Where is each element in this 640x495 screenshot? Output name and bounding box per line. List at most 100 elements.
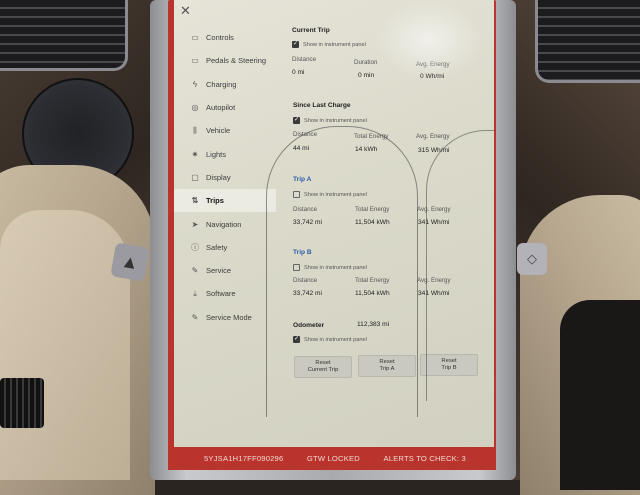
car-icon: ▭ (191, 56, 199, 66)
total-energy-label: Total Energy (355, 277, 390, 284)
sidebar-item-navigation[interactable]: ➤ Navigation (174, 212, 276, 235)
sidebar-item-service[interactable]: ✎ Service (174, 259, 276, 282)
sidebar-item-pedals-steering[interactable]: ▭ Pedals & Steering (174, 49, 276, 72)
distance-label: Distance (293, 131, 318, 138)
checkbox-label: Show in instrument panel (303, 41, 366, 48)
touchscreen: ✕ ▭ Controls ▭ Pedals & Steering ϟ Charging… (174, 0, 494, 447)
gtw-status: GTW LOCKED (306, 454, 360, 463)
download-icon: ⤓ (193, 288, 197, 298)
odometer-label: Odometer (293, 322, 325, 329)
checkmark-icon: ✓ (293, 336, 300, 343)
sidebar-item-trips[interactable]: ⇅ Trips (174, 189, 276, 213)
avg-energy-label: Avg. Energy (417, 206, 451, 213)
floor-vent (0, 378, 44, 428)
sidebar-item-label: Autopilot (206, 103, 236, 113)
distance-label: Distance (293, 277, 318, 284)
wrench-icon: ✎ (191, 312, 199, 322)
distance-label: Distance (293, 206, 318, 213)
seat-left-cushion (0, 210, 130, 480)
sidebar-item-software[interactable]: ⤓ Software (174, 282, 276, 305)
sidebar-item-label: Charging (206, 79, 237, 89)
since-last-charge-title: Since Last Charge (293, 102, 351, 109)
trip-b-avg-energy: 341 Wh/mi (418, 290, 450, 297)
current-trip-show-checkbox[interactable]: ✓ Show in instrument panel (292, 41, 366, 48)
sidebar-item-label: Trips (206, 196, 224, 206)
current-trip-distance: 0 mi (292, 69, 305, 76)
trips-icon: ⇅ (191, 196, 199, 206)
wrench-icon: ✎ (191, 266, 199, 276)
sun-icon: ✷ (191, 149, 199, 159)
sidebar-item-label: Safety (206, 242, 228, 252)
sidebar-item-display[interactable]: ▢ Display (174, 166, 276, 189)
current-trip-title: Current Trip (292, 27, 330, 34)
sidebar-item-label: Service Mode (206, 312, 252, 322)
checkbox-label: Show in instrument panel (304, 117, 367, 124)
sidebar-item-safety[interactable]: ⓘ Safety (174, 236, 276, 259)
vin-text: 5YJSA1H17FF090296 (204, 454, 284, 463)
trip-b-distance: 33,742 mi (293, 290, 322, 297)
sidebar-item-lights[interactable]: ✷ Lights (174, 142, 276, 165)
checkbox-empty-icon (293, 264, 300, 271)
reset-trip-b-button[interactable]: Reset Trip B (420, 354, 478, 376)
since-charge-total-energy: 14 kWh (355, 146, 378, 153)
navigation-icon: ➤ (191, 219, 199, 229)
since-charge-avg-energy: 315 Wh/mi (418, 147, 450, 154)
current-trip-duration: 0 min (358, 72, 375, 79)
trip-a-total-energy: 11,504 kWh (355, 219, 390, 226)
alerts-status[interactable]: ALERTS TO CHECK: 3 (383, 454, 466, 463)
trip-b-title: Trip B (293, 249, 312, 256)
trips-panel: Current Trip ✓ Show in instrument panel D… (292, 26, 488, 406)
close-icon[interactable]: ✕ (180, 3, 191, 19)
sidebar-item-autopilot[interactable]: ◎ Autopilot (174, 96, 276, 119)
sidebar-item-vehicle[interactable]: ⫼ Vehicle (174, 119, 276, 142)
hazard-button[interactable]: ▲ (110, 242, 150, 282)
center-console (560, 300, 640, 490)
since-charge-distance: 44 mi (293, 145, 310, 152)
checkbox-label: Show in instrument panel (304, 336, 367, 343)
sidebar-item-charging[interactable]: ϟ Charging (174, 73, 276, 96)
avg-energy-label: Avg. Energy (416, 133, 450, 140)
steering-wheel-icon: ◎ (191, 103, 199, 113)
odometer-show-checkbox[interactable]: ✓ Show in instrument panel (293, 336, 367, 343)
total-energy-label: Total Energy (355, 206, 390, 213)
air-vent-left (0, 0, 128, 71)
odometer-value: 112,383 mi (357, 321, 390, 328)
glovebox-button[interactable]: ◇ (517, 243, 547, 275)
checkmark-icon: ✓ (293, 117, 300, 124)
trip-a-avg-energy: 341 Wh/mi (418, 219, 450, 226)
sidebar-item-label: Pedals & Steering (206, 56, 267, 66)
checkbox-label: Show in instrument panel (304, 264, 367, 271)
avg-energy-label: Avg. Energy (416, 61, 450, 68)
current-trip-avg-energy: 0 Wh/mi (420, 73, 445, 80)
reset-trip-a-button[interactable]: Reset Trip A (358, 355, 416, 377)
checkmark-icon: ✓ (292, 41, 299, 48)
sidebar-item-label: Lights (206, 149, 227, 159)
distance-label: Distance (292, 56, 317, 63)
sidebar-item-label: Software (206, 289, 236, 299)
sidebar-item-label: Service (206, 266, 232, 276)
trip-b-show-checkbox[interactable]: Show in instrument panel (293, 264, 367, 271)
since-charge-show-checkbox[interactable]: ✓ Show in instrument panel (293, 117, 367, 124)
safety-icon: ⓘ (191, 242, 199, 252)
display-icon: ▢ (191, 172, 199, 182)
service-status-bar: 5YJSA1H17FF090296 GTW LOCKED ALERTS TO C… (168, 447, 496, 470)
bolt-icon: ϟ (192, 79, 198, 89)
reset-current-trip-button[interactable]: Reset Current Trip (294, 356, 352, 378)
settings-sidebar: ▭ Controls ▭ Pedals & Steering ϟ Charging ◎… (174, 26, 276, 329)
sliders-icon: ⫼ (193, 125, 197, 135)
trip-b-total-energy: 11,504 kWh (355, 290, 390, 297)
sidebar-item-service-mode[interactable]: ✎ Service Mode (174, 306, 276, 329)
checkbox-empty-icon (293, 191, 300, 198)
trip-a-distance: 33,742 mi (293, 219, 322, 226)
hazard-icon: ▲ (119, 250, 141, 273)
trip-a-title: Trip A (293, 176, 312, 183)
total-energy-label: Total Energy (354, 133, 389, 140)
sidebar-item-label: Controls (206, 33, 234, 43)
avg-energy-label: Avg. Energy (417, 277, 451, 284)
trip-a-show-checkbox[interactable]: Show in instrument panel (293, 191, 367, 198)
glovebox-icon: ◇ (527, 251, 537, 266)
sidebar-item-controls[interactable]: ▭ Controls (174, 26, 276, 49)
duration-label: Duration (354, 59, 378, 66)
sidebar-item-label: Navigation (206, 219, 242, 229)
sidebar-item-label: Vehicle (206, 126, 231, 136)
